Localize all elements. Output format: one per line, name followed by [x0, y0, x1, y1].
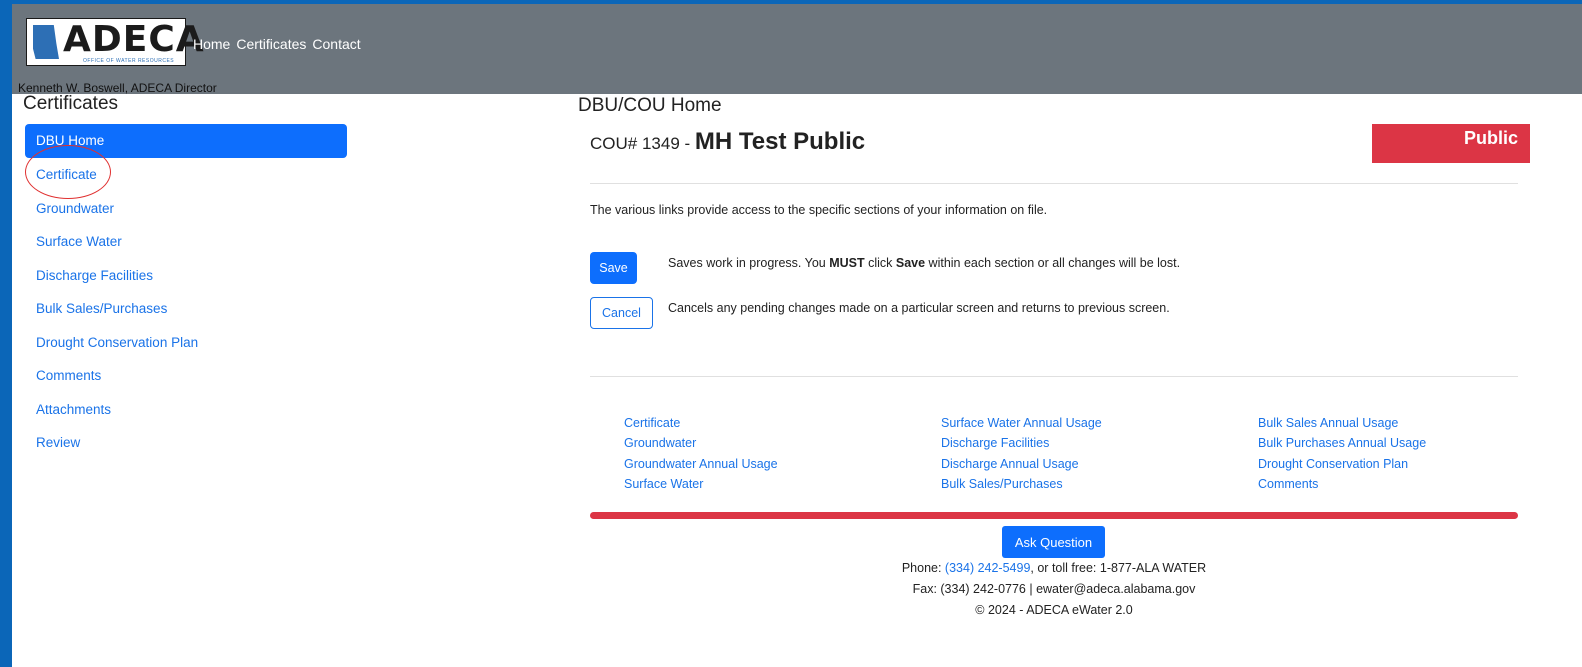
footer-copyright: © 2024 - ADECA eWater 2.0 [975, 603, 1133, 617]
quick-links-column-3: Bulk Sales Annual Usage Bulk Purchases A… [1258, 413, 1426, 494]
quick-link-groundwater[interactable]: Groundwater [624, 433, 778, 453]
top-navbar: ADECA OFFICE OF WATER RESOURCES Home Cer… [12, 0, 1582, 95]
sidebar-item-certificate[interactable]: Certificate [25, 158, 347, 192]
cou-number: COU# 1349 - [590, 134, 695, 153]
footer-phone: Phone: (334) 242-5499, or toll free: 1-8… [12, 561, 1582, 575]
quick-link-discharge-annual-usage[interactable]: Discharge Annual Usage [941, 454, 1102, 474]
sidebar-nav: DBU Home Certificate Groundwater Surface… [25, 124, 347, 460]
phone-link[interactable]: (334) 242-5499 [945, 561, 1030, 575]
quick-link-surface-water[interactable]: Surface Water [624, 474, 778, 494]
adeca-logo[interactable]: ADECA OFFICE OF WATER RESOURCES [26, 18, 204, 66]
sidebar-item-review[interactable]: Review [25, 426, 347, 460]
quick-link-discharge-facilities[interactable]: Discharge Facilities [941, 433, 1102, 453]
sidebar-item-surface-water[interactable]: Surface Water [25, 225, 347, 259]
nav-certificates-link[interactable]: Certificates [236, 36, 306, 52]
sidebar-item-drought-conservation-plan[interactable]: Drought Conservation Plan [25, 326, 347, 360]
quick-link-drought-conservation-plan[interactable]: Drought Conservation Plan [1258, 454, 1426, 474]
quick-links-column-1: Certificate Groundwater Groundwater Annu… [624, 413, 778, 494]
quick-link-bulk-sales-annual-usage[interactable]: Bulk Sales Annual Usage [1258, 413, 1426, 433]
toll-free-text: , or toll free: 1-877-ALA WATER [1030, 561, 1207, 575]
divider [590, 376, 1518, 377]
save-button[interactable]: Save [590, 252, 637, 284]
sidebar-item-bulk-sales-purchases[interactable]: Bulk Sales/Purchases [25, 292, 347, 326]
top-nav: Home Certificates Contact [193, 36, 361, 52]
sidebar-item-comments[interactable]: Comments [25, 359, 347, 393]
save-desc-text: within each section or all changes will … [925, 256, 1181, 270]
quick-link-certificate[interactable]: Certificate [624, 413, 778, 433]
nav-contact-link[interactable]: Contact [312, 36, 360, 52]
sidebar-item-groundwater[interactable]: Groundwater [25, 192, 347, 226]
alabama-state-icon [33, 25, 59, 59]
save-desc-text: click [864, 256, 896, 270]
cancel-button[interactable]: Cancel [590, 297, 653, 329]
sidebar-item-discharge-facilities[interactable]: Discharge Facilities [25, 259, 347, 293]
sidebar-item-dbu-home[interactable]: DBU Home [25, 124, 347, 158]
divider [590, 183, 1518, 184]
sidebar-item-attachments[interactable]: Attachments [25, 393, 347, 427]
quick-link-groundwater-annual-usage[interactable]: Groundwater Annual Usage [624, 454, 778, 474]
cancel-description: Cancels any pending changes made on a pa… [668, 301, 1170, 315]
save-desc-emphasis: Save [895, 256, 926, 270]
quick-links-column-2: Surface Water Annual Usage Discharge Fac… [941, 413, 1102, 494]
public-status-badge: Public [1372, 124, 1530, 163]
cou-heading: COU# 1349 - MH Test Public [590, 128, 865, 156]
footer-divider-bar [590, 512, 1518, 519]
phone-label: Phone: [901, 561, 945, 575]
save-desc-emphasis: MUST [829, 256, 865, 270]
page-title: DBU/COU Home [578, 95, 722, 116]
nav-home-link[interactable]: Home [193, 36, 230, 52]
quick-link-comments[interactable]: Comments [1258, 474, 1426, 494]
footer-fax-email: Fax: (334) 242-0776 | ewater@adeca.alaba… [912, 582, 1196, 596]
ask-question-button[interactable]: Ask Question [1002, 526, 1105, 558]
quick-link-bulk-purchases-annual-usage[interactable]: Bulk Purchases Annual Usage [1258, 433, 1426, 453]
quick-link-surface-water-annual-usage[interactable]: Surface Water Annual Usage [941, 413, 1102, 433]
save-desc-text: Saves work in progress. You [668, 256, 830, 270]
intro-text: The various links provide access to the … [590, 203, 1048, 217]
cou-name: MH Test Public [694, 128, 866, 155]
logo-subtext: OFFICE OF WATER RESOURCES [83, 58, 175, 64]
save-description: Saves work in progress. You MUST click S… [668, 256, 1180, 270]
page-frame: ADECA OFFICE OF WATER RESOURCES Home Cer… [12, 0, 1582, 667]
logo-wordmark: ADECA [63, 19, 205, 60]
quick-link-bulk-sales-purchases[interactable]: Bulk Sales/Purchases [941, 474, 1102, 494]
sidebar-title: Certificates [23, 93, 119, 114]
